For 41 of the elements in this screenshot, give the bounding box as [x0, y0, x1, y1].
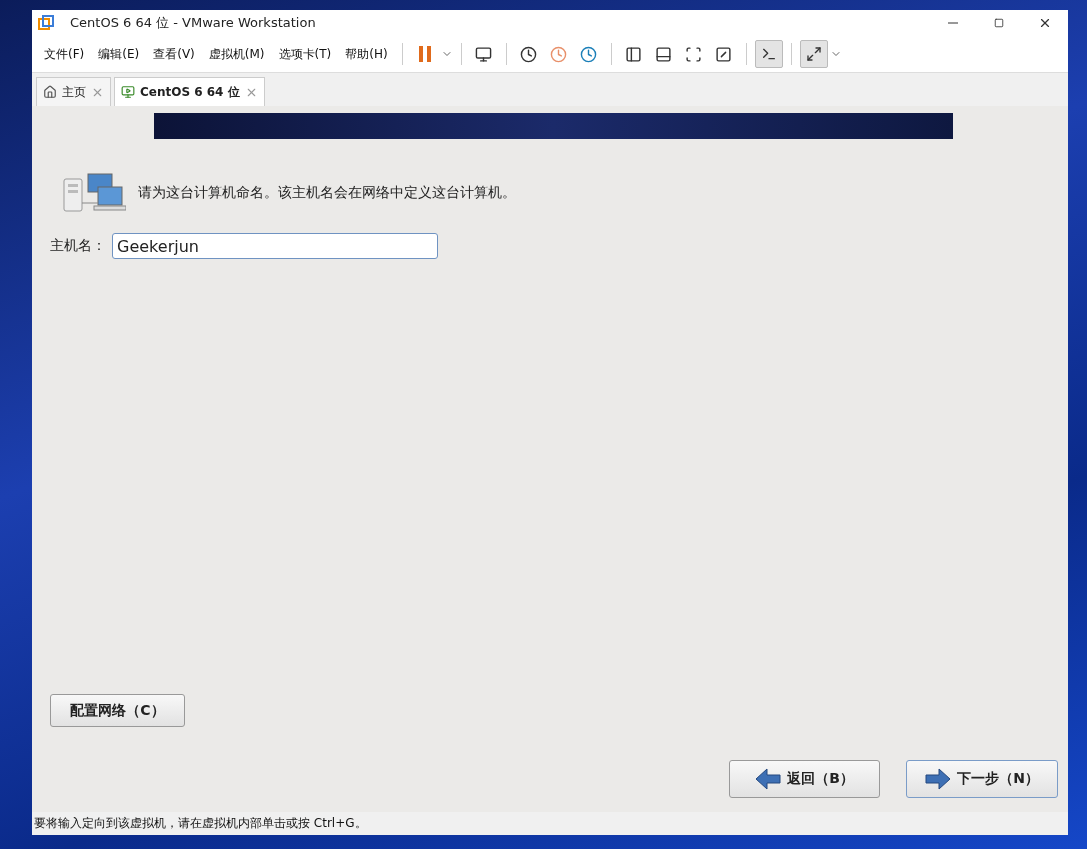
- intro-text: 请为这台计算机命名。该主机名会在网络中定义这台计算机。: [138, 184, 516, 202]
- pause-icon: [417, 45, 432, 63]
- clock-icon: [550, 45, 568, 63]
- tab[interactable]: CentOS 6 64 位: [114, 77, 265, 106]
- tab[interactable]: 主页: [36, 77, 111, 106]
- virtual-machine-icon: [121, 85, 135, 99]
- networked-computers-icon: [62, 173, 126, 213]
- tab-label: 主页: [62, 83, 86, 101]
- stretch-button[interactable]: [799, 40, 828, 68]
- menu-item[interactable]: 文件(F): [38, 41, 91, 67]
- menu-item[interactable]: 虚拟机(M): [202, 41, 271, 67]
- window-title: CentOS 6 64 位 - VMware Workstation: [70, 14, 317, 32]
- menu-item[interactable]: 选项卡(T): [272, 41, 338, 67]
- console-view-button[interactable]: [754, 40, 783, 68]
- full-screen-icon: [685, 45, 703, 63]
- maximize-icon: [994, 18, 1004, 28]
- bottom-panel-icon: [655, 45, 673, 63]
- monitor-icon: [475, 45, 493, 63]
- clock-icon: [580, 45, 598, 63]
- clock-icon: [520, 45, 538, 63]
- status-bar: 要将输入定向到该虚拟机，请在虚拟机内部单击或按 Ctrl+G。: [32, 812, 1068, 835]
- virtual-machine-screen[interactable]: 请为这台计算机命名。该主机名会在网络中定义这台计算机。 主机名： Geekerjun 配置网络（C） 返回（B） 下一步（N）: [32, 106, 1068, 812]
- hostname-field[interactable]: Geekerjun: [112, 233, 438, 259]
- home-icon: [43, 85, 57, 99]
- next-button[interactable]: 下一步（N）: [906, 760, 1058, 798]
- right-arrow-icon: [925, 768, 952, 790]
- configure-network-button[interactable]: 配置网络（C）: [50, 694, 185, 727]
- menu-item[interactable]: 编辑(E): [92, 41, 146, 67]
- menu-item[interactable]: 查看(V): [147, 41, 201, 67]
- slashed-square-icon: [715, 45, 733, 63]
- hostname-label: 主机名：: [50, 237, 106, 255]
- minimize-icon: [948, 22, 958, 24]
- expand-arrows-icon: [805, 46, 822, 62]
- close-icon: [1038, 16, 1052, 30]
- back-button[interactable]: 返回（B）: [729, 760, 880, 798]
- tab-label: CentOS 6 64 位: [140, 83, 240, 101]
- left-panel-icon: [625, 45, 643, 63]
- terminal-icon: [760, 46, 777, 62]
- left-arrow-icon: [755, 768, 782, 790]
- menu-item[interactable]: 帮助(H): [339, 41, 394, 67]
- vmware-logo-icon: [38, 15, 54, 31]
